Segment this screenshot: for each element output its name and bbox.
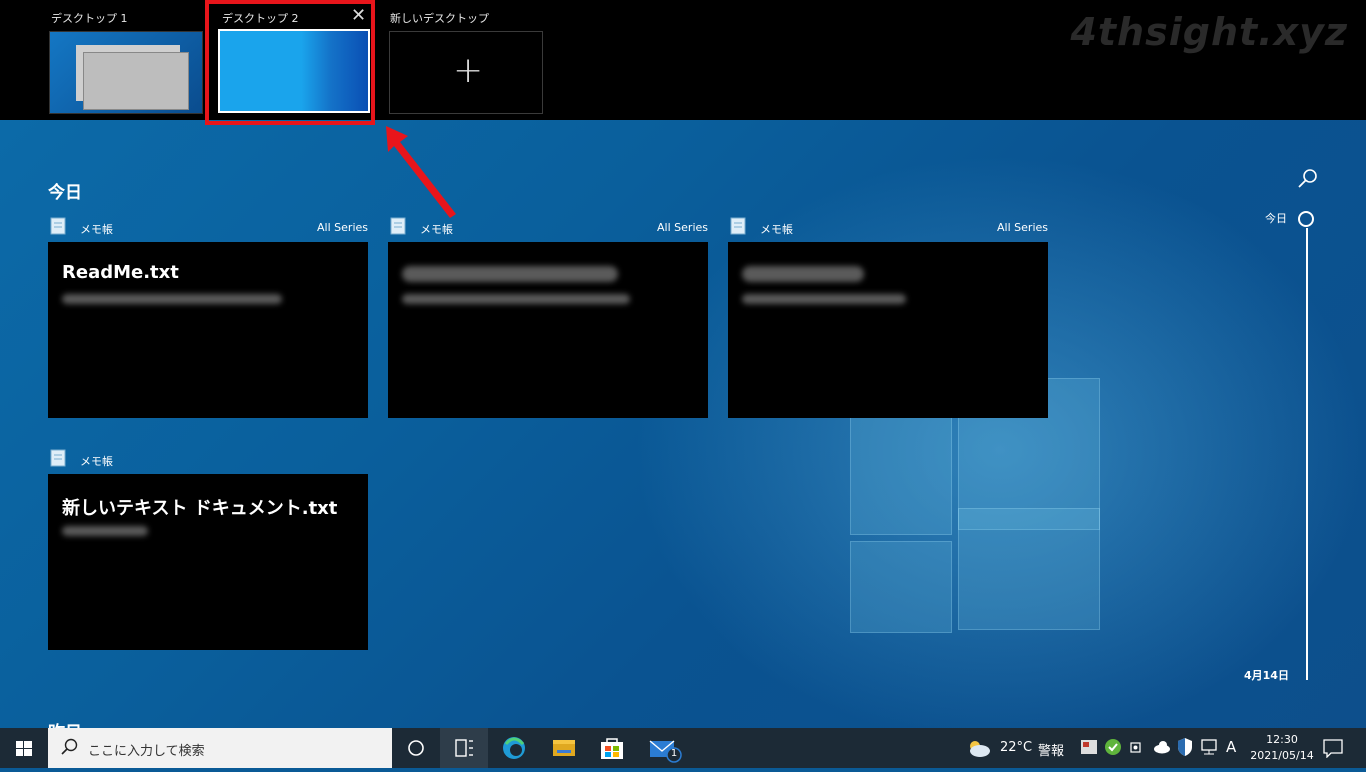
card-title: 新しいテキスト ドキュメント.txt (62, 498, 338, 519)
notification-icon[interactable] (1322, 738, 1344, 758)
timeline-today-label: 今日 (1265, 212, 1287, 225)
card-preview[interactable] (388, 242, 708, 418)
search-icon[interactable] (1296, 167, 1320, 191)
watermark: 4thsight.xyz (1070, 10, 1348, 54)
mail-icon (649, 740, 682, 763)
temperature[interactable]: 22°C (1000, 740, 1032, 755)
weather-cloud-sun-icon[interactable] (966, 738, 992, 758)
taskbar: ここに入力して検索 1 22°C 警報 A 12:30 2021/05/14 (0, 728, 1366, 768)
annotation-arrow-icon (386, 126, 456, 218)
notepad-icon (50, 217, 66, 235)
store-icon (601, 738, 623, 759)
card-series: All Series (657, 221, 708, 234)
activity-card[interactable]: メモ帳 新しいテキスト ドキュメント.txt (48, 448, 368, 650)
timeline-scrubber-track[interactable] (1306, 228, 1308, 680)
notepad-icon (390, 217, 406, 235)
card-app-name: メモ帳 (420, 223, 453, 236)
start-button[interactable] (0, 728, 48, 768)
new-desktop-label: 新しいデスクトップ (390, 12, 489, 25)
activity-card[interactable]: メモ帳 All Series (728, 216, 1048, 418)
task-view-icon (455, 739, 473, 757)
virtual-desktops-bar: デスクトップ 1 デスクトップ 2 ✕ 新しいデスクトップ + 4thsight… (0, 0, 1366, 125)
activity-card[interactable]: メモ帳 All Series ReadMe.txt (48, 216, 368, 418)
card-app-name: メモ帳 (80, 223, 113, 236)
clock-time: 12:30 (1266, 733, 1298, 746)
timeline-date-label: 4月14日 (1244, 669, 1289, 682)
windows-icon (16, 741, 32, 756)
clock[interactable]: 12:30 2021/05/14 (1244, 732, 1320, 764)
network-icon[interactable] (1200, 738, 1220, 756)
news-icon[interactable] (1080, 738, 1098, 756)
folder-icon (553, 740, 575, 756)
desktop-2-thumbnail[interactable] (218, 29, 370, 113)
notepad-icon (50, 449, 66, 467)
search-placeholder: ここに入力して検索 (88, 744, 205, 759)
desktop-1-thumbnail[interactable] (49, 31, 203, 114)
new-desktop-button[interactable]: + (389, 31, 543, 114)
plus-icon: + (453, 50, 484, 91)
close-desktop-icon[interactable]: ✕ (351, 5, 366, 26)
ime-indicator[interactable]: A (1226, 738, 1236, 756)
weather-alert[interactable]: 警報 (1038, 740, 1064, 759)
desktop-2-label: デスクトップ 2 (222, 12, 299, 25)
card-series: All Series (997, 221, 1048, 234)
cortana-icon (408, 740, 424, 756)
activity-card[interactable]: メモ帳 All Series (388, 216, 708, 418)
card-preview[interactable]: ReadMe.txt (48, 242, 368, 418)
meet-icon[interactable] (1128, 738, 1146, 756)
timeline-scrubber-handle[interactable] (1298, 211, 1314, 227)
file-explorer-button[interactable] (540, 728, 588, 768)
cortana-button[interactable] (392, 728, 440, 768)
mail-badge: 1 (670, 748, 678, 759)
card-app-name: メモ帳 (80, 455, 113, 468)
card-app-name: メモ帳 (760, 223, 793, 236)
check-shield-icon[interactable] (1104, 738, 1122, 756)
card-preview[interactable] (728, 242, 1048, 418)
onedrive-cloud-icon[interactable] (1152, 739, 1172, 755)
desktop-1-label: デスクトップ 1 (51, 12, 128, 25)
edge-button[interactable] (490, 728, 538, 768)
task-view-button[interactable] (440, 728, 488, 768)
clock-date: 2021/05/14 (1250, 749, 1314, 762)
card-title: ReadMe.txt (62, 262, 179, 283)
edge-icon (503, 737, 525, 759)
search-icon (61, 738, 78, 755)
card-series: All Series (317, 221, 368, 234)
taskbar-search-box[interactable]: ここに入力して検索 (48, 728, 392, 768)
mail-button[interactable]: 1 (640, 728, 688, 768)
notepad-icon (730, 217, 746, 235)
store-button[interactable] (588, 728, 636, 768)
security-shield-icon[interactable] (1176, 737, 1194, 757)
card-preview[interactable]: 新しいテキスト ドキュメント.txt (48, 474, 368, 650)
today-heading: 今日 (48, 183, 82, 203)
